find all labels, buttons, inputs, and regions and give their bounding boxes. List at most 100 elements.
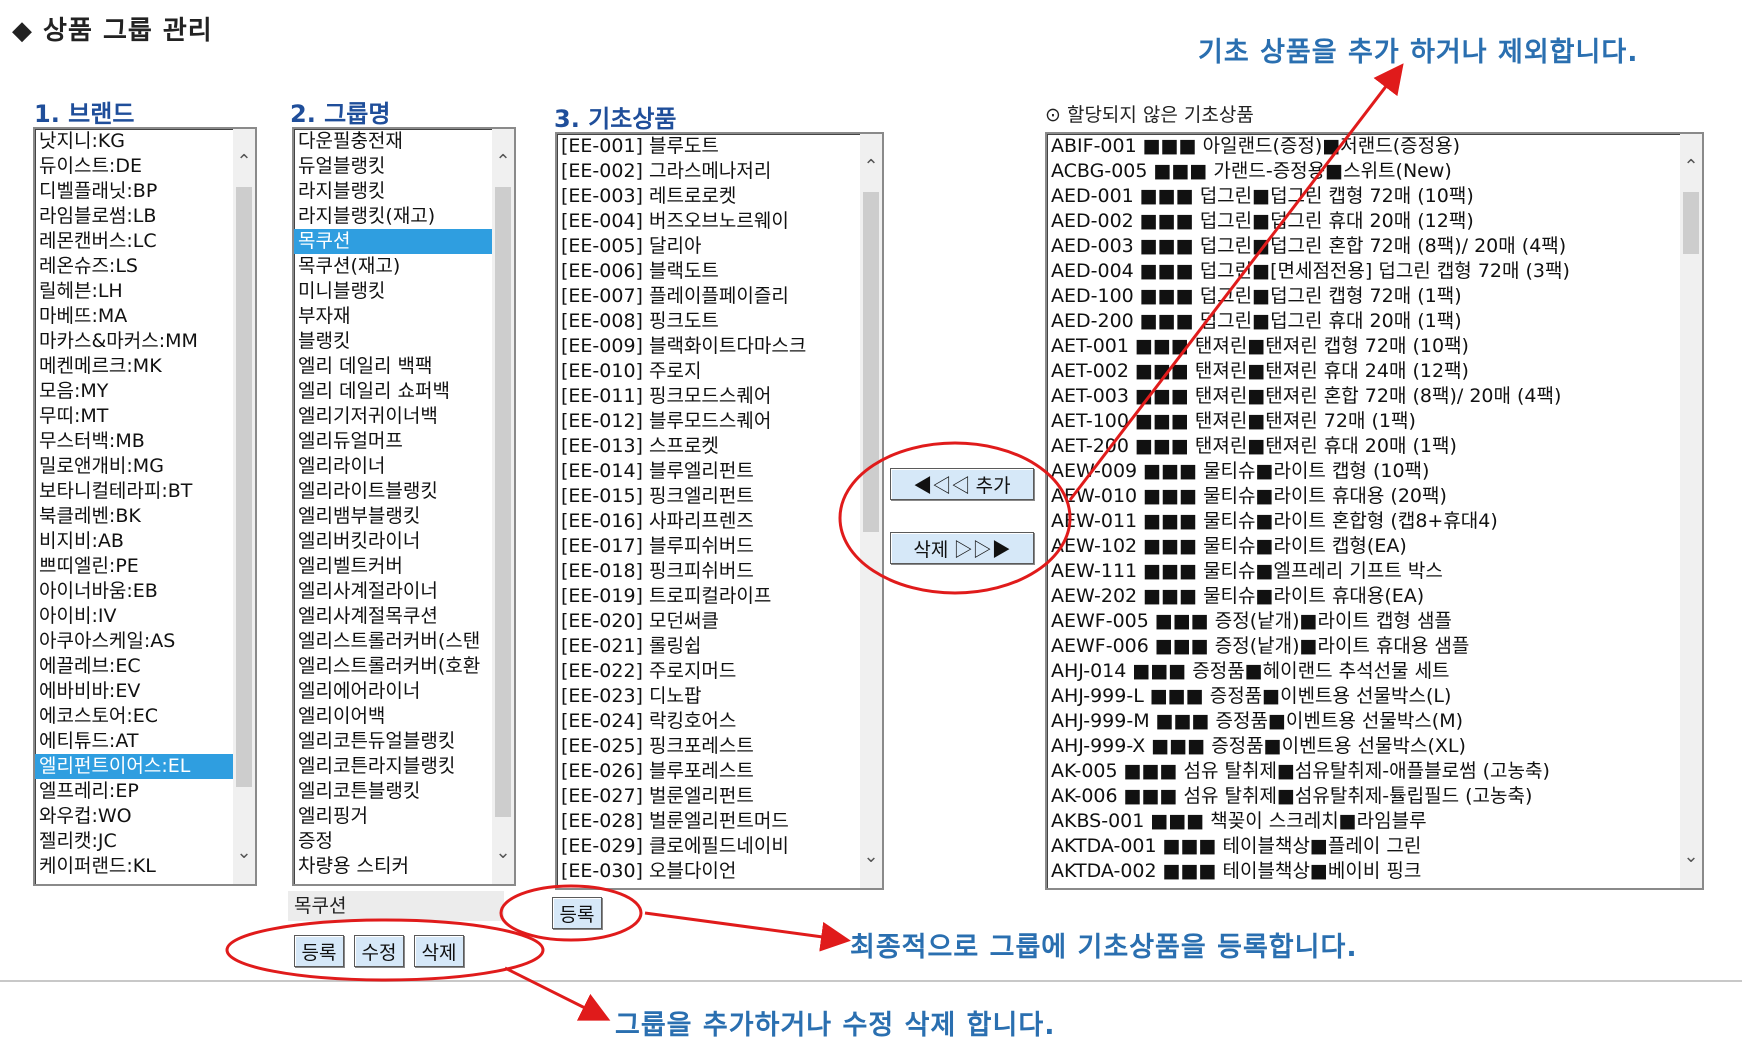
brand-list-item[interactable]: 밀로앤개비:MG [35, 454, 233, 479]
base-product-list-item[interactable]: [EE-017] 블루피쉬버드 [557, 534, 860, 559]
group-delete-button[interactable]: 삭제 [414, 935, 464, 967]
unassigned-list-item[interactable]: AET-200 ■■■ 탠져린■탠져린 휴대 20매 (1팩) [1047, 434, 1680, 459]
brand-list-item[interactable]: 릴헤븐:LH [35, 279, 233, 304]
unassigned-list-item[interactable]: AED-100 ■■■ 덥그린■덥그린 캡형 72매 (1팩) [1047, 284, 1680, 309]
brand-list-item[interactable]: 와우컵:WO [35, 804, 233, 829]
group-list-item[interactable]: 부자재 [294, 304, 492, 329]
base-product-list-item[interactable]: [EE-020] 모던써클 [557, 609, 860, 634]
group-list-item[interactable]: 엘리코튼블랭킷 [294, 779, 492, 804]
add-button[interactable]: ◀◁◁ 추가 [890, 468, 1034, 500]
group-list-item[interactable]: 엘리라이너 [294, 454, 492, 479]
base-product-list-item[interactable]: [EE-003] 레트로로켓 [557, 184, 860, 209]
base-scrollbar[interactable]: ⌃ ⌄ [860, 134, 882, 888]
base-product-list-item[interactable]: [EE-009] 블랙화이트다마스크 [557, 334, 860, 359]
brand-list-item[interactable]: 엘프레리:EP [35, 779, 233, 804]
unassigned-list-item[interactable]: AET-100 ■■■ 탠져린■탠져린 72매 (1팩) [1047, 409, 1680, 434]
group-list-item[interactable]: 엘리스트롤러커버(호환 [294, 654, 492, 679]
remove-button[interactable]: 삭제 ▷▷▶ [890, 532, 1034, 564]
base-product-list-item[interactable]: [EE-021] 롤링쉽 [557, 634, 860, 659]
base-product-list-item[interactable]: [EE-011] 핑크모드스퀘어 [557, 384, 860, 409]
scroll-down-icon[interactable]: ⌄ [860, 842, 882, 872]
group-list-item[interactable]: 엘리 데일리 쇼퍼백 [294, 379, 492, 404]
brand-list-item[interactable]: 에바비바:EV [35, 679, 233, 704]
group-name-input[interactable]: 목쿠션 [288, 891, 504, 921]
base-product-list-item[interactable]: [EE-004] 버즈오브노르웨이 [557, 209, 860, 234]
base-product-list-item[interactable]: [EE-016] 사파리프렌즈 [557, 509, 860, 534]
group-register-button[interactable]: 등록 [294, 935, 344, 967]
unassigned-list-item[interactable]: AET-003 ■■■ 탠져린■탠져린 혼합 72매 (8팩)/ 20매 (4팩… [1047, 384, 1680, 409]
base-product-list-item[interactable]: [EE-023] 디노팝 [557, 684, 860, 709]
unassigned-list-item[interactable]: AET-001 ■■■ 탠져린■탠져린 캡형 72매 (10팩) [1047, 334, 1680, 359]
base-product-list-item[interactable]: [EE-010] 주로지 [557, 359, 860, 384]
base-product-list-item[interactable]: [EE-030] 오블다이언 [557, 859, 860, 884]
base-product-list-item[interactable]: [EE-006] 블랙도트 [557, 259, 860, 284]
brand-list-item[interactable]: 비지비:AB [35, 529, 233, 554]
group-list-item[interactable]: 엘리사계절라이너 [294, 579, 492, 604]
base-product-list-item[interactable]: [EE-024] 락킹호어스 [557, 709, 860, 734]
base-product-list-item[interactable]: [EE-013] 스프로켓 [557, 434, 860, 459]
unassigned-list-item[interactable]: AED-200 ■■■ 덥그린■덥그린 휴대 20매 (1팩) [1047, 309, 1680, 334]
brand-list-item[interactable]: 모음:MY [35, 379, 233, 404]
group-list-item[interactable]: 엘리뱀부블랭킷 [294, 504, 492, 529]
brand-scrollbar[interactable]: ⌃ ⌄ [233, 129, 255, 884]
base-product-list-item[interactable]: [EE-018] 핑크피쉬버드 [557, 559, 860, 584]
group-list-item[interactable]: 미니블랭킷 [294, 279, 492, 304]
base-product-list-item[interactable]: [EE-008] 핑크도트 [557, 309, 860, 334]
scroll-down-icon[interactable]: ⌄ [1680, 842, 1702, 872]
brand-list-item[interactable]: 쁘띠엘린:PE [35, 554, 233, 579]
unassigned-list-item[interactable]: AHJ-999-M ■■■ 증정품■이벤트용 선물박스(M) [1047, 709, 1680, 734]
brand-list-item[interactable]: 메켄메르크:MK [35, 354, 233, 379]
unassigned-list-item[interactable]: AED-002 ■■■ 덥그린■덥그린 휴대 20매 (12팩) [1047, 209, 1680, 234]
scroll-thumb[interactable] [495, 187, 511, 817]
group-list-item[interactable]: 목쿠션(재고) [294, 254, 492, 279]
brand-list-item[interactable]: 아쿠아스케일:AS [35, 629, 233, 654]
unassigned-list-item[interactable]: AET-002 ■■■ 탠져린■탠져린 휴대 24매 (12팩) [1047, 359, 1680, 384]
base-product-list-item[interactable]: [EE-015] 핑크엘리펀트 [557, 484, 860, 509]
group-list-item[interactable]: 엘리버킷라이너 [294, 529, 492, 554]
brand-list-item[interactable]: 아이비:IV [35, 604, 233, 629]
unassigned-list-item[interactable]: AK-005 ■■■ 섬유 탈취제■섬유탈취제-애플블로썸 (고농축) [1047, 759, 1680, 784]
unassigned-list-item[interactable]: AED-004 ■■■ 덥그린■[면세점전용] 덥그린 캡형 72매 (3팩) [1047, 259, 1680, 284]
group-list-item[interactable]: 엘리사계절목쿠션 [294, 604, 492, 629]
brand-list-item[interactable]: 낫지니:KG [35, 129, 233, 154]
base-product-list-item[interactable]: [EE-005] 달리아 [557, 234, 860, 259]
unassigned-list-item[interactable]: AEW-102 ■■■ 물티슈■라이트 캡형(EA) [1047, 534, 1680, 559]
base-product-list-item[interactable]: [EE-002] 그라스메나저리 [557, 159, 860, 184]
scroll-up-icon[interactable]: ⌃ [1680, 152, 1702, 182]
base-product-list-item[interactable]: [EE-025] 핑크포레스트 [557, 734, 860, 759]
brand-list-item[interactable]: 에끌레브:EC [35, 654, 233, 679]
scroll-down-icon[interactable]: ⌄ [233, 838, 255, 868]
brand-list-item[interactable]: 레몬캔버스:LC [35, 229, 233, 254]
group-list-item[interactable]: 증정 [294, 829, 492, 854]
base-product-list-item[interactable]: [EE-028] 벌룬엘리펀트머드 [557, 809, 860, 834]
unassigned-list-item[interactable]: AEW-202 ■■■ 물티슈■라이트 휴대용(EA) [1047, 584, 1680, 609]
group-list-item[interactable]: 엘리코튼듀얼블랭킷 [294, 729, 492, 754]
unassigned-list-item[interactable]: AKTDA-001 ■■■ 테이블책상■플레이 그린 [1047, 834, 1680, 859]
group-list-item[interactable]: 블랭킷 [294, 329, 492, 354]
scroll-up-icon[interactable]: ⌃ [860, 152, 882, 182]
brand-list-item[interactable]: 마베뜨:MA [35, 304, 233, 329]
brand-list-item[interactable]: 아이너바움:EB [35, 579, 233, 604]
base-product-listbox[interactable]: [EE-001] 블루도트 [EE-002] 그라스메나저리 [EE-003] 레트… [555, 132, 884, 890]
group-list-item[interactable]: 엘리스트롤러커버(스탠 [294, 629, 492, 654]
brand-list-item[interactable]: 무띠:MT [35, 404, 233, 429]
group-list-item[interactable]: 엘리 데일리 백팩 [294, 354, 492, 379]
brand-list-item[interactable]: 에코스토어:EC [35, 704, 233, 729]
unassigned-list-item[interactable]: AEW-111 ■■■ 물티슈■엘프레리 기프트 박스 [1047, 559, 1680, 584]
group-list-item[interactable]: 다운필충전재 [294, 129, 492, 154]
brand-list-item[interactable]: 디벨플래닛:BP [35, 179, 233, 204]
group-list-item[interactable]: 라지블랭킷(재고) [294, 204, 492, 229]
group-list-item[interactable]: 듀얼블랭킷 [294, 154, 492, 179]
brand-list-item[interactable]: 레온슈즈:LS [35, 254, 233, 279]
brand-list-item[interactable]: 젤리캣:JC [35, 829, 233, 854]
brand-list-item[interactable]: 케이퍼랜드:KL [35, 854, 233, 879]
brand-listbox[interactable]: 낫지니:KG 듀이스트:DE 디벨플래닛:BP 라임블로썸:LB 레몬캔버스:LC 레온슈… [33, 127, 257, 886]
base-product-list-item[interactable]: [EE-012] 블루모드스퀘어 [557, 409, 860, 434]
group-list-item[interactable]: 엘리에어라이너 [294, 679, 492, 704]
register-base-button[interactable]: 등록 [552, 897, 602, 929]
unassigned-list-item[interactable]: AEW-011 ■■■ 물티슈■라이트 혼합형 (캡8+휴대4) [1047, 509, 1680, 534]
brand-list-item[interactable]: 무스터백:MB [35, 429, 233, 454]
scroll-up-icon[interactable]: ⌃ [492, 147, 514, 177]
brand-list-item[interactable]: 듀이스트:DE [35, 154, 233, 179]
unassigned-list-item[interactable]: AHJ-999-X ■■■ 증정품■이벤트용 선물박스(XL) [1047, 734, 1680, 759]
